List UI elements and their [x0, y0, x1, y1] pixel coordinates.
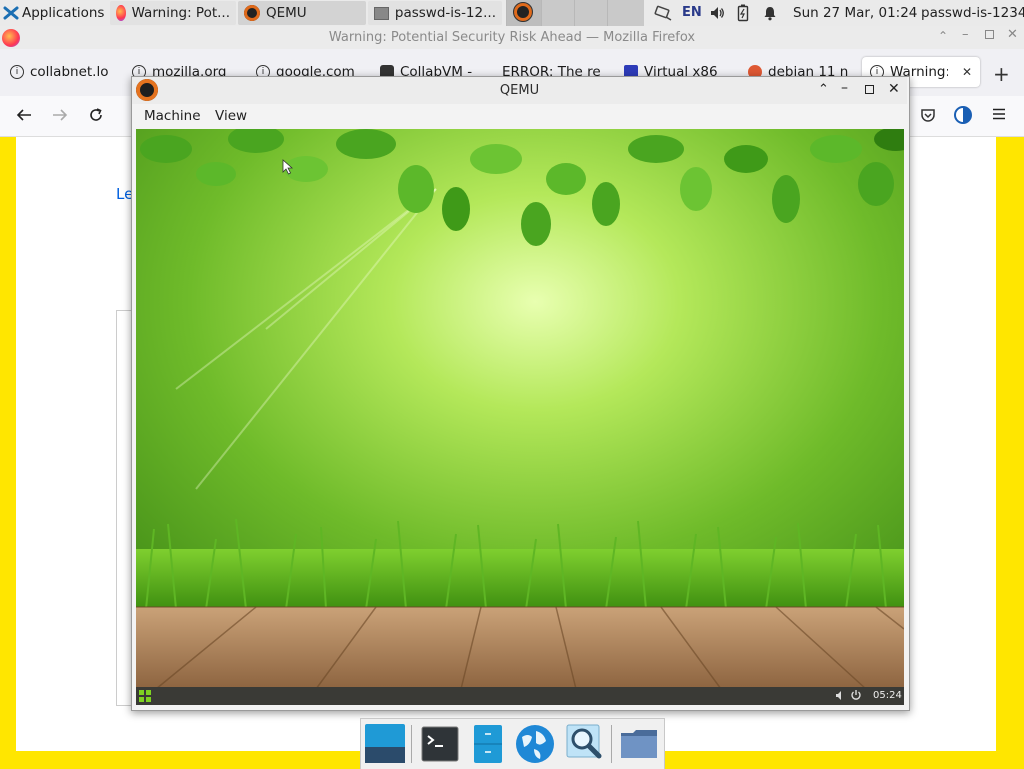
firefox-window-title: Warning: Potential Security Risk Ahead —…: [328, 30, 696, 45]
guest-clock: 05:24: [873, 690, 902, 701]
guest-power-icon[interactable]: [850, 689, 862, 701]
bottom-dock: [360, 718, 665, 769]
task-firefox[interactable]: Warning: Pot...: [110, 1, 236, 25]
firefox-app-icon: [2, 29, 20, 47]
volume-icon[interactable]: [709, 5, 725, 21]
info-icon: i: [10, 65, 24, 79]
qemu-close-icon[interactable]: ✕: [888, 81, 900, 97]
applications-menu[interactable]: Applications ⋮: [3, 0, 109, 26]
xfce-logo-icon: [3, 5, 19, 21]
task-label: QEMU: [266, 5, 307, 21]
app-finder-icon[interactable]: [565, 723, 605, 763]
web-browser-icon[interactable]: [514, 723, 556, 765]
ff-maximize-icon[interactable]: [985, 30, 994, 39]
panel-hostname: passwd-is-1234: [921, 5, 1024, 21]
ff-chevron-up-icon[interactable]: ⌃: [938, 29, 948, 43]
battery-icon[interactable]: [737, 4, 749, 22]
workspace-3[interactable]: [574, 0, 607, 26]
workspace-2[interactable]: [541, 0, 574, 26]
tab-close-icon[interactable]: ✕: [962, 65, 972, 79]
qemu-window-title: QEMU: [499, 83, 540, 98]
back-arrow-icon[interactable]: [15, 106, 33, 124]
mouse-pointer-icon: [282, 159, 294, 175]
account-icon[interactable]: [954, 106, 972, 124]
qemu-titlebar[interactable]: QEMU: [132, 77, 907, 104]
new-tab-button[interactable]: +: [993, 62, 1010, 86]
guest-wallpaper: [136, 129, 904, 705]
task-passwd[interactable]: passwd-is-12...: [368, 1, 502, 25]
panel-clock[interactable]: Sun 27 Mar, 01:24: [793, 5, 917, 21]
ff-minimize-icon[interactable]: –: [962, 27, 969, 42]
guest-menu-icon[interactable]: [138, 689, 152, 703]
qemu-icon: [513, 2, 533, 22]
workspace-4[interactable]: [607, 0, 644, 26]
task-label: Warning: Pot...: [131, 5, 230, 21]
qemu-menubar: Machine View: [132, 104, 907, 128]
keyboard-layout-indicator[interactable]: EN: [682, 5, 702, 20]
workspace-1[interactable]: [506, 0, 541, 26]
terminal-icon[interactable]: [421, 726, 459, 762]
vm-display[interactable]: 05:24: [136, 129, 904, 705]
pocket-icon[interactable]: [920, 107, 936, 123]
menu-view[interactable]: View: [215, 108, 247, 124]
firefox-icon: [116, 5, 126, 21]
hamburger-menu-icon[interactable]: [992, 107, 1006, 121]
network-icon[interactable]: [654, 5, 672, 21]
menu-machine[interactable]: Machine: [144, 108, 201, 124]
reload-icon[interactable]: [87, 106, 105, 124]
window-icon: [374, 6, 389, 20]
task-qemu[interactable]: QEMU: [238, 1, 366, 25]
task-label: passwd-is-12...: [394, 5, 496, 21]
qemu-chevron-up-icon[interactable]: ⌃: [818, 82, 829, 97]
file-manager-icon[interactable]: [473, 724, 503, 764]
top-panel: Applications ⋮ Warning: Pot... QEMU pass…: [0, 0, 1024, 27]
qemu-minimize-icon[interactable]: –: [841, 80, 848, 96]
show-desktop-icon[interactable]: [364, 723, 406, 764]
qemu-icon: [244, 5, 260, 21]
applications-label: Applications: [22, 5, 105, 21]
tab-collabnet[interactable]: i collabnet.lo: [2, 57, 120, 87]
qemu-app-icon: [136, 79, 158, 101]
tab-label: collabnet.lo: [30, 64, 109, 80]
folder-icon[interactable]: [619, 727, 659, 761]
ff-close-icon[interactable]: ✕: [1007, 27, 1018, 42]
qemu-maximize-icon[interactable]: [865, 85, 874, 94]
forward-arrow-icon[interactable]: [51, 106, 69, 124]
firefox-titlebar: Warning: Potential Security Risk Ahead —…: [0, 26, 1024, 49]
guest-volume-icon[interactable]: [835, 690, 846, 701]
notification-bell-icon[interactable]: [762, 5, 778, 21]
